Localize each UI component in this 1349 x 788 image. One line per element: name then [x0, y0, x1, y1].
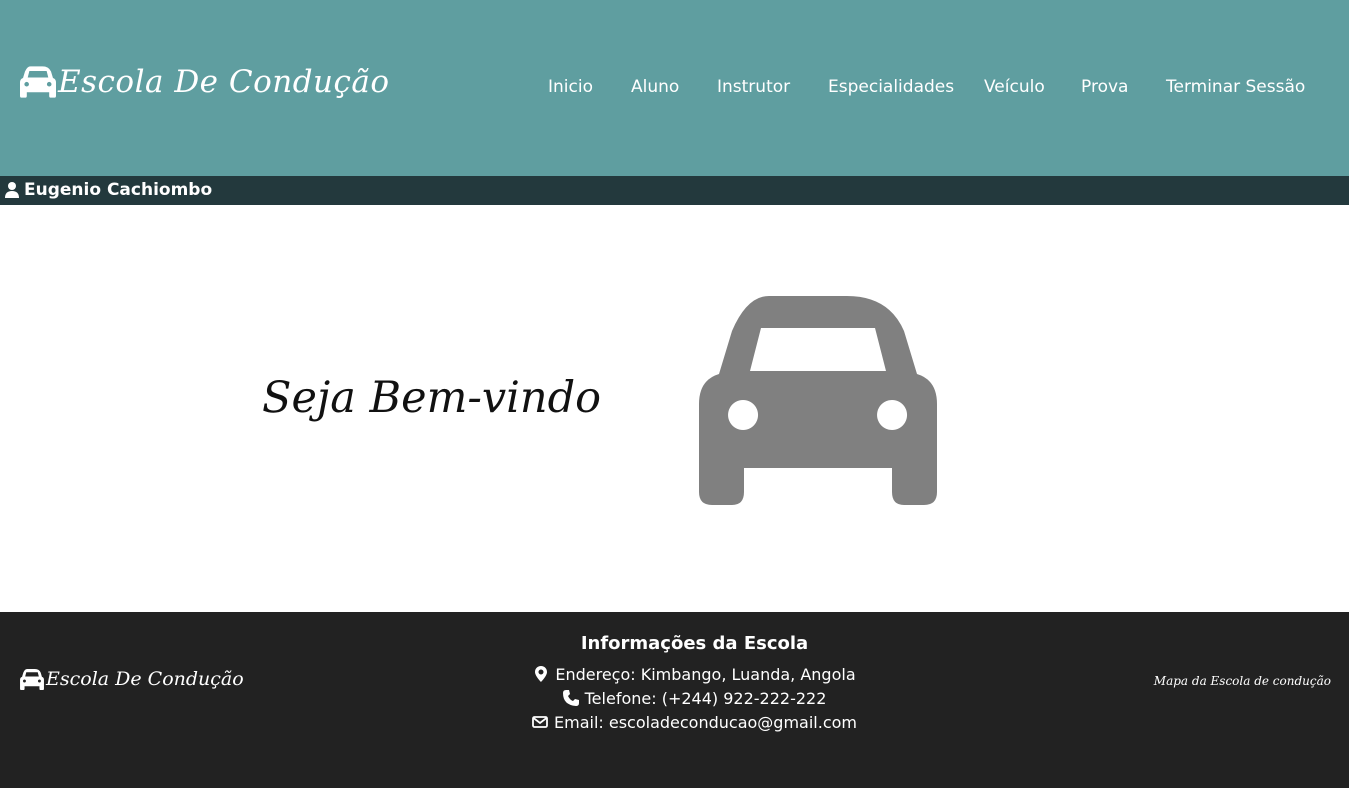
- nav-inicio[interactable]: Inicio: [548, 77, 593, 97]
- phone-text: Telefone: (+244) 922-222-222: [584, 689, 827, 708]
- address-line: Endereço: Kimbango, Luanda, Angola: [0, 665, 1349, 684]
- welcome-heading: Seja Bem-vindo: [262, 373, 602, 423]
- main-nav: Inicio Aluno Instrutor Especialidades Ve…: [0, 77, 1349, 99]
- address-text: Endereço: Kimbango, Luanda, Angola: [555, 665, 856, 684]
- user-bar: Eugenio Cachiombo: [0, 176, 1349, 205]
- nav-especialidades[interactable]: Especialidades: [828, 77, 954, 97]
- map-pin-icon: [535, 666, 548, 682]
- phone-icon: [562, 690, 579, 706]
- nav-aluno[interactable]: Aluno: [631, 77, 679, 97]
- email-text[interactable]: Email: escoladeconducao@gmail.com: [554, 713, 857, 732]
- phone-line: Telefone: (+244) 922-222-222: [0, 689, 1349, 708]
- nav-prova[interactable]: Prova: [1081, 77, 1128, 97]
- site-header: Escola De Condução Inicio Aluno Instruto…: [0, 0, 1349, 176]
- nav-veiculo[interactable]: Veículo: [984, 77, 1045, 97]
- map-link[interactable]: Mapa da Escola de condução: [1154, 674, 1331, 688]
- envelope-icon: [532, 716, 548, 728]
- nav-instrutor[interactable]: Instrutor: [717, 77, 790, 97]
- nav-terminar-sessao[interactable]: Terminar Sessão: [1166, 77, 1305, 97]
- user-name: Eugenio Cachiombo: [24, 180, 213, 200]
- site-footer: Escola De Condução Informações da Escola…: [0, 612, 1349, 788]
- info-title: Informações da Escola: [580, 633, 809, 654]
- email-line: Email: escoladeconducao@gmail.com: [0, 713, 1349, 732]
- car-icon: [699, 296, 937, 505]
- user-icon: [5, 182, 19, 198]
